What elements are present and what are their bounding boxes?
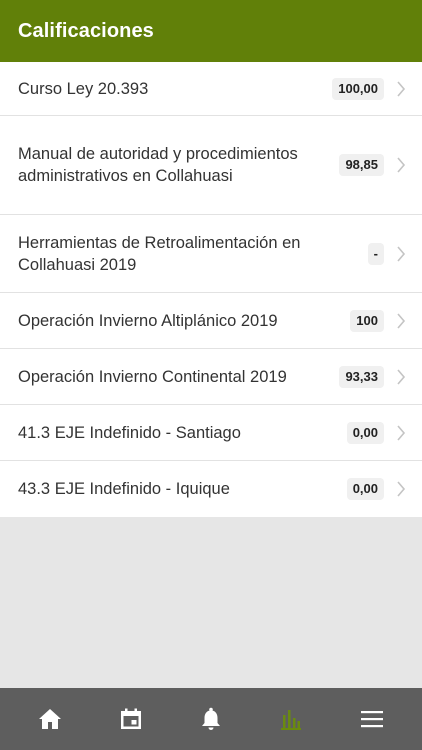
chevron-right-icon: [394, 80, 408, 98]
bottom-tab-bar: [0, 688, 422, 750]
course-name: Herramientas de Retroalimentación en Col…: [18, 233, 301, 274]
home-icon: [39, 709, 62, 729]
chevron-right-icon: [394, 424, 408, 442]
page-title: Calificaciones: [18, 19, 154, 42]
list-item[interactable]: 41.3 EJE Indefinido - Santiago 0,00: [0, 405, 422, 461]
chevron-right-icon: [394, 480, 408, 498]
chevron-right-icon: [394, 368, 408, 386]
bar-chart-icon: [281, 710, 302, 730]
course-name: 41.3 EJE Indefinido - Santiago: [18, 423, 241, 442]
grade-badge: -: [367, 242, 384, 265]
course-name: Manual de autoridad y procedimientos adm…: [18, 145, 298, 185]
calendar-icon: [120, 708, 141, 729]
list-item[interactable]: Herramientas de Retroalimentación en Col…: [0, 215, 422, 293]
course-name: Operación Invierno Continental 2019: [18, 367, 287, 386]
course-name: Curso Ley 20.393: [18, 79, 149, 98]
bell-icon: [201, 707, 220, 730]
chevron-right-icon: [394, 245, 408, 263]
tab-menu[interactable]: [347, 694, 397, 744]
course-name: Operación Invierno Altiplánico 2019: [18, 311, 278, 330]
list-item[interactable]: Operación Invierno Altiplánico 2019 100: [0, 293, 422, 349]
grade-badge: 93,33: [339, 365, 384, 388]
chevron-right-icon: [394, 312, 408, 330]
grades-list: Curso Ley 20.393 100,00 Manual de autori…: [0, 62, 422, 517]
grade-badge: 100,00: [332, 77, 384, 100]
chevron-right-icon: [394, 156, 408, 174]
grade-badge: 100: [350, 309, 384, 332]
app-screen: Calificaciones Curso Ley 20.393 100,00 M…: [0, 0, 422, 750]
app-header: Calificaciones: [0, 0, 422, 62]
list-item[interactable]: Manual de autoridad y procedimientos adm…: [0, 116, 422, 215]
tab-home[interactable]: [25, 694, 75, 744]
list-item[interactable]: Curso Ley 20.393 100,00: [0, 62, 422, 116]
course-name: 43.3 EJE Indefinido - Iquique: [18, 480, 230, 498]
tab-calendar[interactable]: [106, 694, 156, 744]
grade-badge: 0,00: [346, 478, 384, 500]
tab-notifications[interactable]: [186, 694, 236, 744]
menu-icon: [360, 711, 383, 728]
list-item[interactable]: Operación Invierno Continental 2019 93,3…: [0, 349, 422, 405]
list-item[interactable]: 43.3 EJE Indefinido - Iquique 0,00: [0, 461, 422, 517]
grade-badge: 98,85: [339, 154, 384, 176]
tab-grades[interactable]: [266, 694, 316, 744]
grade-badge: 0,00: [346, 421, 384, 444]
